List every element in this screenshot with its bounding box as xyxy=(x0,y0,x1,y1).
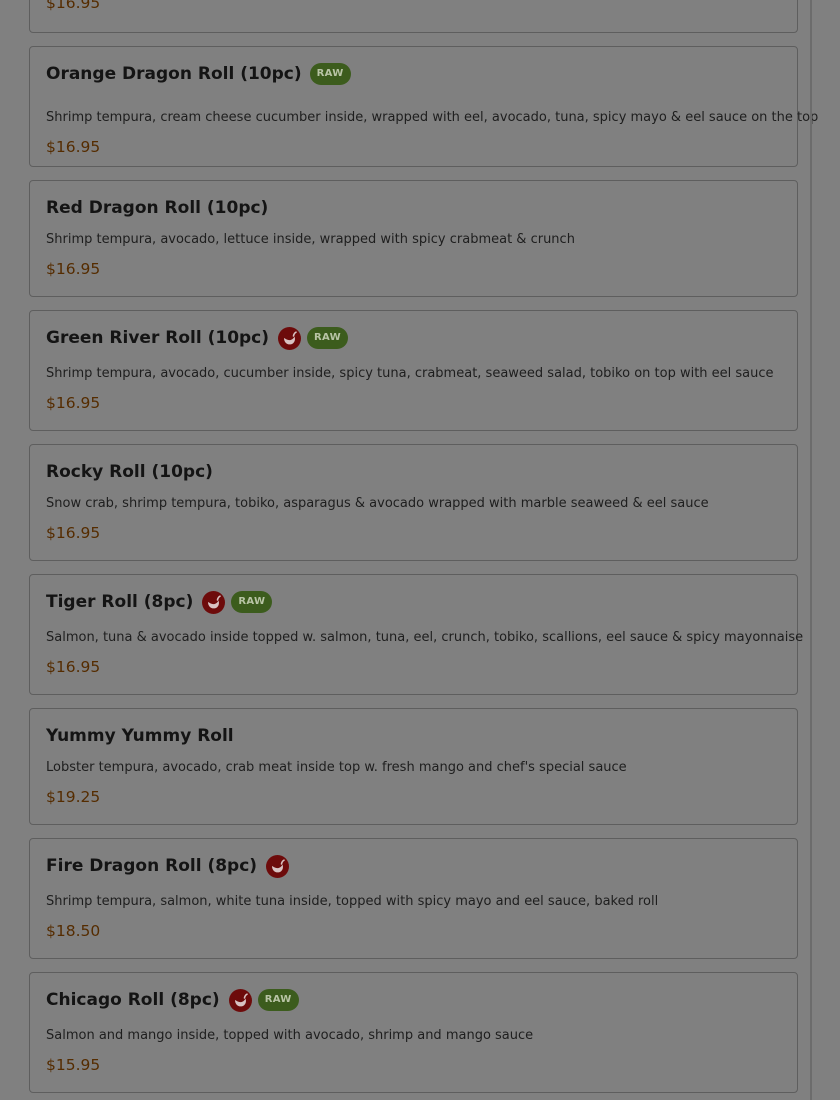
chili-pepper-icon xyxy=(228,988,252,1012)
item-title-row: Yummy Yummy Roll xyxy=(46,723,234,749)
item-price: $16.95 xyxy=(46,394,101,412)
raw-badge: RAW xyxy=(257,989,299,1011)
item-price: $18.50 xyxy=(46,922,101,940)
raw-badge: RAW xyxy=(231,591,273,613)
item-title-row: Fire Dragon Roll (8pc) xyxy=(46,853,290,879)
item-title-row: Red Dragon Roll (10pc) xyxy=(46,195,268,221)
scrollbar[interactable] xyxy=(810,0,812,1100)
item-name: Yummy Yummy Roll xyxy=(46,726,234,746)
item-price: $16.95 xyxy=(46,658,101,676)
chili-pepper-icon xyxy=(266,854,290,878)
item-description: Lobster tempura, avocado, crab meat insi… xyxy=(46,760,627,775)
menu-item-card[interactable]: Chicago Roll (8pc) RAW Salmon and mango in… xyxy=(29,972,798,1093)
item-description: Shrimp tempura, cream cheese cucumber in… xyxy=(46,110,819,125)
item-price: $15.95 xyxy=(46,1056,101,1074)
item-name: Red Dragon Roll (10pc) xyxy=(46,198,269,218)
item-price: $16.95 xyxy=(46,260,101,278)
menu-item-card[interactable]: Red Dragon Roll (10pc) Shrimp tempura, av… xyxy=(29,180,798,297)
item-name: Rocky Roll (10pc) xyxy=(46,462,213,482)
chili-pepper-icon xyxy=(278,326,302,350)
menu-item-card[interactable]: $16.95 xyxy=(29,0,798,33)
item-title-row: Green River Roll (10pc) RAW xyxy=(46,325,348,351)
raw-badge: RAW xyxy=(309,63,351,85)
item-title-row: Tiger Roll (8pc) RAW xyxy=(46,589,273,615)
menu-list: $16.95 Orange Dragon Roll (10pc) RAW Shrim… xyxy=(0,0,840,1100)
item-description: Snow crab, shrimp tempura, tobiko, aspar… xyxy=(46,496,709,511)
menu-item-card[interactable]: Green River Roll (10pc) RAW Shrimp tempura… xyxy=(29,310,798,431)
item-title-row: Chicago Roll (8pc) RAW xyxy=(46,987,299,1013)
item-name: Tiger Roll (8pc) xyxy=(46,592,194,612)
menu-item-card[interactable]: Fire Dragon Roll (8pc) Shrimp tempura, sa… xyxy=(29,838,798,959)
item-description: Shrimp tempura, avocado, lettuce inside,… xyxy=(46,232,575,247)
menu-item-card[interactable]: Yummy Yummy Roll Lobster tempura, avocado… xyxy=(29,708,798,825)
item-price: $19.25 xyxy=(46,788,101,806)
raw-badge: RAW xyxy=(307,327,348,349)
chili-pepper-icon xyxy=(202,590,226,614)
item-name: Chicago Roll (8pc) xyxy=(46,990,220,1010)
item-price: $16.95 xyxy=(46,524,101,542)
item-name: Fire Dragon Roll (8pc) xyxy=(46,856,258,876)
item-description: Shrimp tempura, salmon, white tuna insid… xyxy=(46,894,659,909)
item-name: Orange Dragon Roll (10pc) xyxy=(46,64,302,84)
item-description: Shrimp tempura, avocado, cucumber inside… xyxy=(46,366,774,381)
menu-item-card[interactable]: Tiger Roll (8pc) RAW Salmon, tuna & avocad… xyxy=(29,574,803,695)
menu-item-card[interactable]: Orange Dragon Roll (10pc) RAW Shrimp tempu… xyxy=(29,46,818,167)
item-title-row: Rocky Roll (10pc) xyxy=(46,459,213,485)
menu-item-card[interactable]: Rocky Roll (10pc) Snow crab, shrimp tempu… xyxy=(29,444,798,561)
item-price: $16.95 xyxy=(46,0,101,12)
item-title-row: Orange Dragon Roll (10pc) RAW xyxy=(46,61,351,87)
item-description: Salmon and mango inside, topped with avo… xyxy=(46,1028,534,1043)
item-price: $16.95 xyxy=(46,138,101,156)
item-description: Salmon, tuna & avocado inside topped w. … xyxy=(46,630,804,645)
item-name: Green River Roll (10pc) xyxy=(46,328,270,348)
